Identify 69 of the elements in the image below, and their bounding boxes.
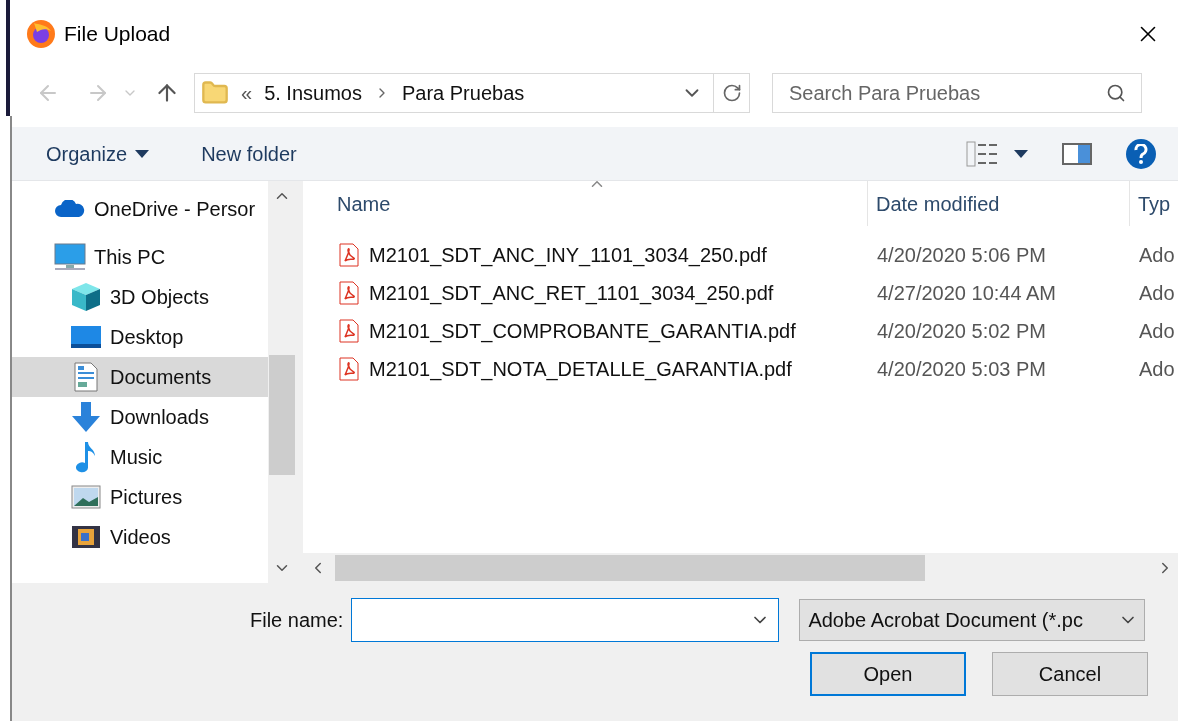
file-row[interactable]: M2101_SDT_ANC_INY_1101_3034_250.pdf 4/20/2020 5:06 PM Ado xyxy=(303,236,1178,274)
preview-pane-icon xyxy=(1062,142,1092,165)
column-header[interactable]: Typ xyxy=(1129,181,1178,226)
cube-icon xyxy=(71,282,101,312)
file-row[interactable]: M2101_SDT_COMPROBANTE_GARANTIA.pdf 4/20/2020 5:02 PM Ado xyxy=(303,312,1178,350)
file-name-field[interactable] xyxy=(351,598,780,642)
cloud-icon xyxy=(55,200,85,218)
question-mark-icon xyxy=(1134,143,1148,164)
help-button[interactable] xyxy=(1126,138,1156,169)
horizontal-scrollbar[interactable] xyxy=(303,553,1178,583)
refresh-icon xyxy=(721,83,742,103)
nav-item[interactable]: Videos xyxy=(12,517,268,557)
window-title: File Upload xyxy=(64,21,171,48)
nav-item[interactable]: This PC xyxy=(12,237,268,277)
file-name: M2101_SDT_ANC_RET_1101_3034_250.pdf xyxy=(369,281,774,307)
file-type: Ado xyxy=(1138,319,1175,344)
desktop-icon xyxy=(71,325,101,349)
file-name-label: File name: xyxy=(250,608,344,633)
caret-icon xyxy=(135,149,150,158)
file-name: M2101_SDT_NOTA_DETALLE_GARANTIA.pdf xyxy=(369,357,792,383)
music-note-icon xyxy=(76,441,96,473)
new-folder-button[interactable]: New folder xyxy=(201,138,297,169)
file-name: M2101_SDT_COMPROBANTE_GARANTIA.pdf xyxy=(369,319,796,345)
overflow-chevron[interactable]: « xyxy=(241,78,253,108)
scrollbar-thumb[interactable] xyxy=(335,555,925,581)
file-date: 4/27/2020 10:44 AM xyxy=(876,281,1058,306)
document-icon xyxy=(74,362,98,392)
file-date: 4/20/2020 5:02 PM xyxy=(876,319,1047,344)
search-field[interactable]: Search Para Pruebas xyxy=(772,73,1142,113)
nav-item[interactable]: Pictures xyxy=(12,477,268,517)
pdf-file-icon xyxy=(339,281,359,305)
preview-pane-button[interactable] xyxy=(1062,142,1092,165)
pdf-file-icon xyxy=(339,319,359,343)
nav-item[interactable]: Documents xyxy=(12,357,268,397)
caret-icon xyxy=(1014,149,1028,158)
nav-item[interactable]: 3D Objects xyxy=(12,277,268,317)
breadcrumb[interactable]: 5. Insumos xyxy=(264,78,362,108)
file-type-dropdown[interactable]: Adobe Acrobat Document (*.pc xyxy=(799,599,1146,641)
organize-button[interactable]: Organize xyxy=(46,138,150,169)
file-name: M2101_SDT_ANC_INY_1101_3034_250.pdf xyxy=(369,243,767,269)
file-type: Ado xyxy=(1138,357,1175,382)
picture-icon xyxy=(71,485,101,509)
breadcrumb[interactable]: Para Pruebas xyxy=(401,78,525,108)
address-bar[interactable]: « 5. Insumos Para Pruebas xyxy=(194,73,750,113)
file-date: 4/20/2020 5:03 PM xyxy=(876,357,1047,382)
file-row[interactable]: M2101_SDT_NOTA_DETALLE_GARANTIA.pdf 4/20/2020 5:03 PM Ado xyxy=(303,350,1178,388)
nav-item[interactable]: OneDrive - Persor xyxy=(12,189,268,229)
scrollbar-thumb[interactable] xyxy=(269,355,295,475)
nav-item[interactable]: Music xyxy=(12,437,268,477)
computer-icon xyxy=(54,243,86,271)
pdf-file-icon xyxy=(339,357,359,381)
file-type: Ado xyxy=(1138,281,1175,306)
browser-logo-icon xyxy=(26,19,56,49)
view-options-button[interactable] xyxy=(966,140,1028,167)
dialog-button[interactable]: Open xyxy=(810,652,966,696)
pdf-file-icon xyxy=(339,243,359,267)
file-date: 4/20/2020 5:06 PM xyxy=(876,243,1047,268)
nav-item[interactable]: Downloads xyxy=(12,397,268,437)
column-header[interactable]: Date modified xyxy=(867,181,1129,226)
folder-icon xyxy=(201,79,229,107)
film-icon xyxy=(71,525,101,549)
nav-item[interactable]: Desktop xyxy=(12,317,268,357)
search-icon xyxy=(1106,83,1126,103)
details-view-icon xyxy=(966,140,998,167)
file-row[interactable]: M2101_SDT_ANC_RET_1101_3034_250.pdf 4/27/2020 10:44 AM Ado xyxy=(303,274,1178,312)
dialog-button[interactable]: Cancel xyxy=(992,652,1148,696)
download-icon xyxy=(71,401,101,433)
column-header[interactable]: Name xyxy=(329,181,867,226)
file-type: Ado xyxy=(1138,243,1175,268)
